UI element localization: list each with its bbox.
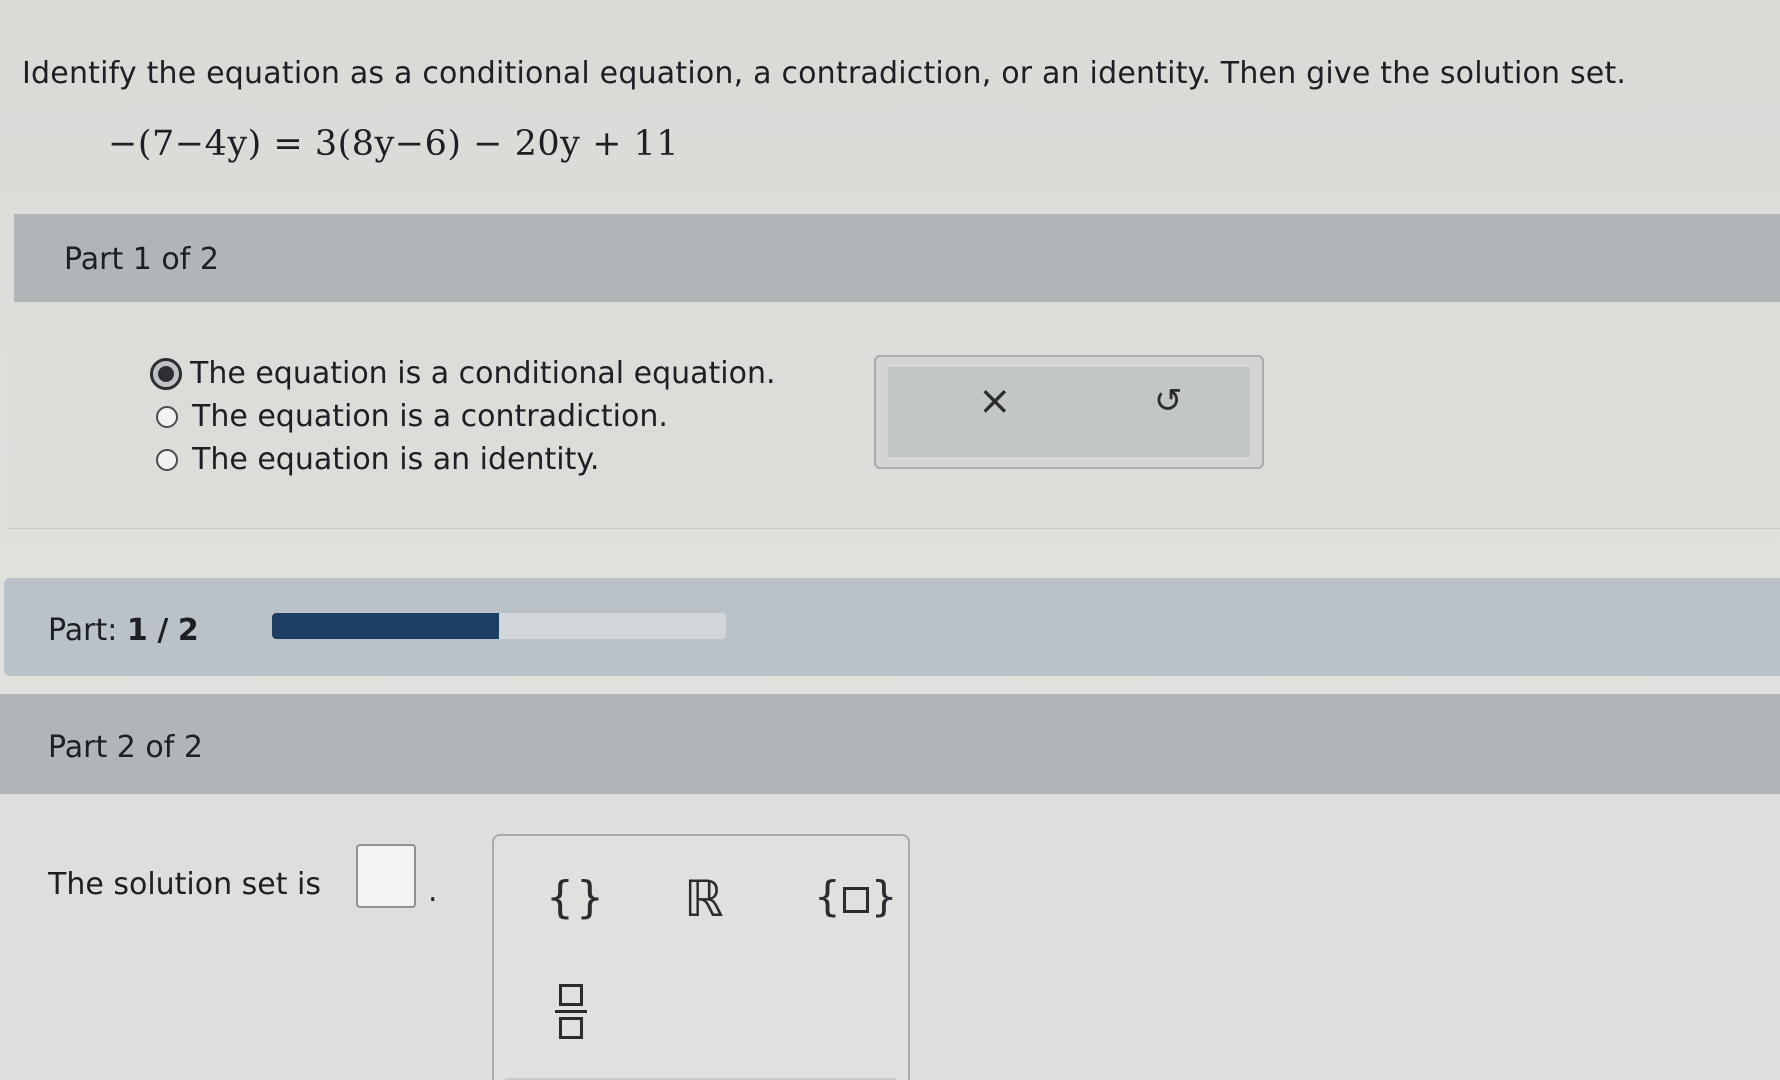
- progress-label: Part: 1 / 2: [48, 613, 199, 648]
- equation: −(7−4y) = 3(8y−6) − 20y + 11: [108, 124, 680, 164]
- option-contradiction[interactable]: The equation is a contradiction.: [156, 395, 776, 438]
- solution-label: The solution set is: [48, 867, 322, 902]
- progress-label-text: Part:: [48, 613, 118, 648]
- progress-current: 1: [126, 613, 148, 648]
- math-palette: {} ℝ {}: [492, 834, 910, 1080]
- tool-panel: [888, 367, 1250, 457]
- answer-options: The equation is a conditional equation. …: [150, 352, 776, 481]
- progress-strip: Part: 1 / 2: [4, 578, 1780, 676]
- fraction-button[interactable]: [554, 984, 588, 1039]
- question-text: Identify the equation as a conditional e…: [22, 56, 1627, 91]
- part1-header: Part 1 of 2: [14, 214, 1780, 302]
- radio-selected-icon[interactable]: [150, 357, 182, 390]
- period: .: [428, 874, 438, 909]
- part2-header: Part 2 of 2: [0, 694, 1780, 794]
- option-label: The equation is a conditional equation.: [190, 356, 776, 391]
- option-label: The equation is an identity.: [192, 442, 600, 477]
- undo-icon[interactable]: ↺: [1154, 381, 1183, 421]
- part2-title: Part 2 of 2: [48, 730, 203, 765]
- solution-input[interactable]: [356, 844, 416, 908]
- part1-title: Part 1 of 2: [64, 242, 219, 277]
- placeholder-box-icon: [842, 886, 869, 913]
- set-braces-button[interactable]: {}: [814, 872, 897, 921]
- real-numbers-button[interactable]: ℝ: [684, 870, 724, 928]
- page: Identify the equation as a conditional e…: [0, 0, 1780, 1080]
- brace-close: }: [870, 872, 898, 921]
- progress-separator: /: [157, 613, 169, 648]
- denominator-box-icon: [559, 1017, 583, 1039]
- fraction-bar-icon: [555, 1010, 587, 1013]
- progress-total: 2: [177, 613, 199, 648]
- radio-icon[interactable]: [156, 405, 178, 428]
- option-identity[interactable]: The equation is an identity.: [156, 438, 776, 481]
- progress-bar: [272, 613, 726, 639]
- option-label: The equation is a contradiction.: [192, 399, 668, 434]
- progress-bar-fill: [272, 613, 499, 639]
- radio-icon[interactable]: [156, 448, 178, 471]
- numerator-box-icon: [559, 984, 583, 1006]
- clear-icon[interactable]: ×: [978, 381, 1012, 421]
- answer-tools: × ↺: [874, 355, 1264, 469]
- empty-set-button[interactable]: {}: [546, 872, 606, 923]
- brace-open: {: [814, 872, 841, 921]
- option-conditional[interactable]: The equation is a conditional equation.: [150, 352, 776, 395]
